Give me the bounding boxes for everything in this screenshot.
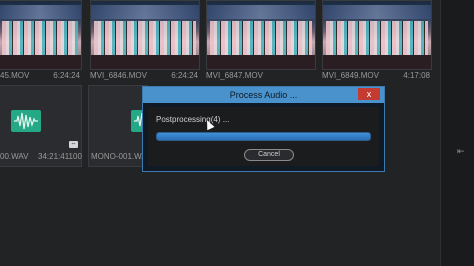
expand-arrow-icon[interactable]: ⇤ bbox=[457, 146, 465, 157]
status-text: Postprocessing(4) ... bbox=[156, 115, 230, 124]
clip-thumbnail[interactable] bbox=[322, 0, 432, 70]
clip-name: 45.MOV bbox=[0, 71, 30, 80]
clip-name: MVI_6847.MOV bbox=[206, 71, 263, 80]
clip-caption: 45.MOV 6:24:24 bbox=[0, 71, 82, 83]
process-audio-dialog: Process Audio ... x Postprocessing(4) ..… bbox=[142, 86, 385, 172]
clip-caption: MVI_6846.MOV 6:24:24 bbox=[90, 71, 200, 83]
audio-name: 00.WAV bbox=[0, 152, 29, 161]
dialog-titlebar[interactable]: Process Audio ... x bbox=[143, 87, 384, 103]
clip-type-icon: ⇔ bbox=[69, 141, 78, 148]
progress-fill bbox=[157, 133, 370, 140]
clip-duration: 4:17:08 bbox=[403, 71, 430, 80]
cancel-button[interactable]: Cancel bbox=[244, 149, 294, 161]
clip-duration: 6:24:24 bbox=[171, 71, 198, 80]
clip-caption: MVI_6847.MOV bbox=[206, 71, 316, 83]
clip-duration: 6:24:24 bbox=[53, 71, 80, 80]
right-panel: ⇤ bbox=[440, 0, 474, 266]
audio-duration: 34:21:41100 bbox=[38, 152, 82, 161]
clip-thumbnail[interactable] bbox=[90, 0, 200, 70]
progress-bar bbox=[156, 132, 371, 141]
clip-caption: MVI_6849.MOV 4:17:08 bbox=[322, 71, 432, 83]
dialog-body: Postprocessing(4) ... Cancel bbox=[148, 107, 379, 166]
clip-thumbnail[interactable] bbox=[0, 0, 82, 70]
dialog-title: Process Audio ... bbox=[229, 90, 298, 100]
clip-name: MVI_6849.MOV bbox=[322, 71, 379, 80]
waveform-icon bbox=[11, 110, 41, 132]
clip-thumbnail[interactable] bbox=[206, 0, 316, 70]
close-button[interactable]: x bbox=[358, 88, 380, 100]
clip-name: MVI_6846.MOV bbox=[90, 71, 147, 80]
